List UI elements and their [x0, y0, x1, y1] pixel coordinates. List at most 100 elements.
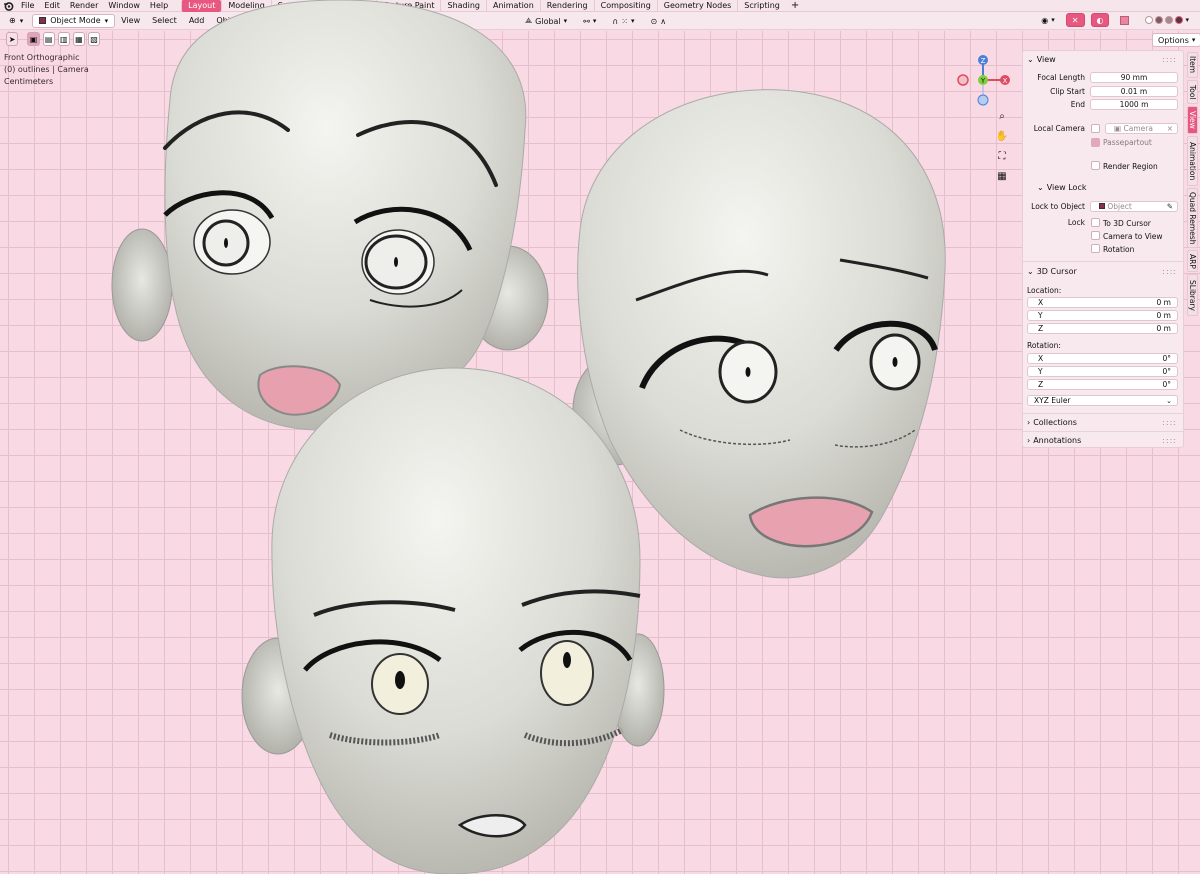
editor-type-button[interactable]: ⊕ ▾ [3, 14, 29, 28]
xray-toggle[interactable] [1115, 13, 1134, 27]
pan-hand-icon[interactable]: ✋ [994, 128, 1010, 144]
tab-layout[interactable]: Layout [181, 0, 222, 12]
xray-icon [1120, 15, 1130, 25]
blender-logo-icon[interactable] [0, 0, 16, 12]
lock-object-field[interactable]: Object ✎ [1090, 201, 1178, 212]
viewport-info: Front Orthographic (0) outlines | Camera… [4, 52, 89, 88]
menu-file[interactable]: File [16, 0, 39, 12]
collections-section-header[interactable]: › Collections :::: [1023, 415, 1183, 429]
visibility-toggle[interactable]: ◉ ▾ [1036, 13, 1060, 27]
mode-selector[interactable]: Object Mode ▾ [32, 13, 116, 28]
snap-toggle[interactable]: ∩ ⁙ ▾ [607, 14, 639, 28]
select-subtract-button[interactable]: ▥ [57, 32, 70, 46]
tab-shading[interactable]: Shading [440, 0, 486, 12]
sidetab-item[interactable]: Item [1187, 52, 1198, 78]
sidebar-tabs: Item Tool View Animation Quad Remesh ARP… [1185, 50, 1200, 330]
render-region-checkbox[interactable] [1091, 161, 1100, 170]
sidetab-view[interactable]: View [1187, 106, 1198, 134]
clip-start-label: Clip Start [1050, 87, 1085, 96]
menu-render[interactable]: Render [65, 0, 103, 12]
overlay-toggle[interactable]: ◐ [1090, 13, 1110, 27]
lock-rotation-checkbox[interactable] [1091, 244, 1100, 253]
drag-handle-icon[interactable]: :::: [1162, 418, 1177, 427]
pivot-icon: ⚯ [583, 16, 590, 26]
tab-modeling[interactable]: Modeling [221, 0, 270, 12]
rotation-mode-select[interactable]: XYZ Euler ⌄ [1027, 395, 1178, 406]
menu-help[interactable]: Help [145, 0, 173, 12]
cursor-location-y[interactable]: Y 0 m [1027, 310, 1178, 321]
tab-geometry-nodes[interactable]: Geometry Nodes [656, 0, 737, 12]
cursor-section-header[interactable]: ⌄ 3D Cursor :::: [1023, 264, 1183, 278]
3d-viewport[interactable] [0, 31, 1200, 874]
drag-handle-icon[interactable]: :::: [1162, 55, 1177, 64]
orientation-selector[interactable]: ⟁ Global ▾ [520, 14, 572, 28]
cursor-rotation-y[interactable]: Y 0° [1027, 366, 1178, 377]
tab-compositing[interactable]: Compositing [593, 0, 657, 12]
sidetab-arp[interactable]: ARP [1187, 250, 1198, 272]
cursor-location-x[interactable]: X 0 m [1027, 297, 1178, 308]
menu-window[interactable]: Window [103, 0, 145, 12]
shading-modes[interactable]: ▾ [1140, 13, 1194, 27]
drag-handle-icon[interactable]: :::: [1162, 267, 1177, 276]
clear-icon[interactable]: × [1167, 124, 1173, 134]
select-intersect-button[interactable]: ▧ [87, 32, 101, 46]
tab-scripting[interactable]: Scripting [737, 0, 786, 12]
select-tool-button[interactable]: ➤ [6, 32, 19, 46]
sidetab-quad-remesh[interactable]: Quad Remesh [1187, 188, 1198, 248]
y-value: 0 m [1156, 311, 1171, 320]
tab-animation[interactable]: Animation [485, 0, 540, 12]
material-shading-icon[interactable] [1165, 16, 1174, 24]
passepartout-label: Passepartout [1103, 138, 1152, 147]
gizmo-toggle[interactable]: ✕ [1065, 13, 1085, 27]
ortho-grid-icon[interactable]: ▦ [994, 168, 1010, 184]
clip-start-field[interactable]: 0.01 m [1090, 86, 1178, 97]
select-new-button[interactable]: ▣ [27, 32, 40, 46]
sidetab-animation[interactable]: Animation [1187, 136, 1198, 186]
annotations-section-header[interactable]: › Annotations :::: [1023, 433, 1183, 447]
cursor-rotation-z[interactable]: Z 0° [1027, 379, 1178, 390]
header-menu-add[interactable]: Add [183, 16, 211, 25]
clip-end-field[interactable]: 1000 m [1090, 99, 1178, 110]
camera-field[interactable]: ▣ Camera × [1105, 123, 1178, 134]
y-axis-label: Y [1038, 311, 1043, 320]
passepartout-checkbox[interactable] [1091, 138, 1100, 147]
wireframe-shading-icon[interactable] [1145, 16, 1154, 24]
collections-title: Collections [1033, 417, 1077, 427]
options-button[interactable]: Options ▾ [1152, 33, 1200, 47]
tab-uv-editing[interactable]: UV Editing [321, 0, 376, 12]
view-section-header[interactable]: ⌄ View :::: [1023, 52, 1183, 66]
select-extend-button[interactable]: ▤ [42, 32, 55, 46]
tab-rendering[interactable]: Rendering [539, 0, 594, 12]
solid-shading-icon[interactable] [1155, 16, 1164, 24]
view-lock-header[interactable]: ⌄ View Lock [1033, 180, 1183, 194]
view-lock-title: View Lock [1046, 182, 1087, 192]
header-menu-object[interactable]: Object [210, 16, 248, 25]
navigation-gizmo[interactable]: Z Y X [955, 54, 1015, 106]
header-menu-select[interactable]: Select [146, 16, 183, 25]
pivot-selector[interactable]: ⚯ ▾ [578, 14, 601, 28]
focal-length-field[interactable]: 90 mm [1090, 72, 1178, 83]
camera-view-icon[interactable]: ⛶ [994, 148, 1010, 164]
zoom-icon[interactable]: ⌕ [994, 108, 1010, 124]
cursor-rotation-x[interactable]: X 0° [1027, 353, 1178, 364]
lock-3d-cursor-checkbox[interactable] [1091, 218, 1100, 227]
tab-texture-paint[interactable]: Texture Paint [375, 0, 441, 12]
tab-sculpting[interactable]: Sculpting [270, 0, 321, 12]
sidetab-tool[interactable]: Tool [1187, 80, 1198, 104]
header-menu-view[interactable]: View [115, 16, 146, 25]
add-workspace-button[interactable]: + [786, 0, 804, 12]
local-camera-checkbox[interactable] [1091, 124, 1100, 133]
header-right-tools: ◉ ▾ ✕ ◐ ▾ [1036, 13, 1194, 27]
eyedropper-icon[interactable]: ✎ [1167, 202, 1173, 212]
drag-handle-icon[interactable]: :::: [1162, 436, 1177, 445]
section-divider [1023, 261, 1183, 262]
cursor-location-z[interactable]: Z 0 m [1027, 323, 1178, 334]
rendered-shading-icon[interactable] [1175, 16, 1184, 24]
camera-to-view-checkbox[interactable] [1091, 231, 1100, 240]
sidetab-slibrary[interactable]: SLibrary [1187, 274, 1198, 316]
menu-edit[interactable]: Edit [39, 0, 65, 12]
clip-end-label: End [1070, 100, 1085, 109]
proportional-edit-toggle[interactable]: ⊙ ∧ [645, 14, 671, 28]
local-camera-label: Local Camera [1033, 124, 1085, 133]
select-invert-button[interactable]: ▦ [72, 32, 85, 46]
